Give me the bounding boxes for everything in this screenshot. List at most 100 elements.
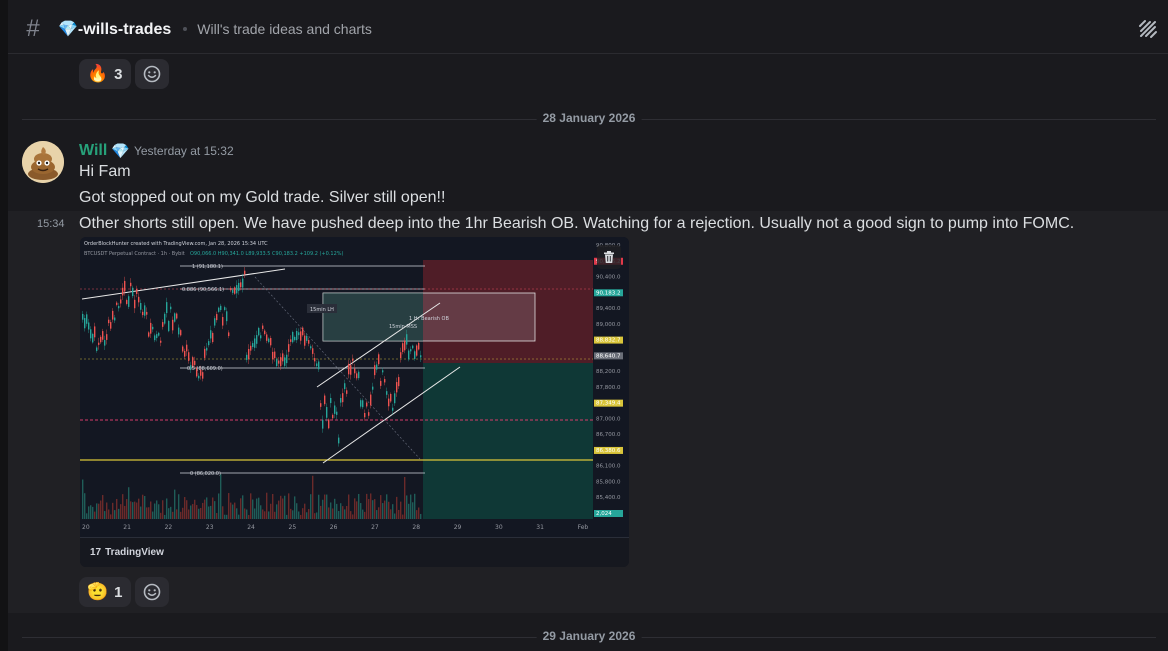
candle-body xyxy=(282,353,284,362)
price-axis-label: 90,400.0 xyxy=(596,275,621,281)
volume-bar xyxy=(212,497,214,519)
reaction-fire[interactable]: 🔥 3 xyxy=(79,59,131,89)
candle-body xyxy=(400,352,402,359)
author-name[interactable]: Will xyxy=(79,142,107,160)
message-line: Hi Fam xyxy=(79,163,131,180)
volume-bar xyxy=(106,502,108,519)
channel-topic[interactable]: Will's trade ideas and charts xyxy=(197,21,372,37)
date-divider-label: 28 January 2026 xyxy=(536,111,642,125)
candle-body xyxy=(258,327,260,336)
add-reaction-button[interactable] xyxy=(135,577,169,607)
candle-body xyxy=(260,335,262,339)
add-reaction-button[interactable] xyxy=(135,59,169,89)
volume-bar xyxy=(346,505,348,519)
volume-bar xyxy=(126,499,128,519)
volume-bar xyxy=(184,497,186,519)
time-axis-label: 21 xyxy=(123,524,131,531)
chart-image-attachment[interactable]: 90,800.090,566.290,400.090,183.289,400.0… xyxy=(80,237,629,567)
candle-body xyxy=(416,345,418,356)
volume-bar xyxy=(82,479,84,519)
candle-body xyxy=(136,288,138,294)
volume-bar xyxy=(122,494,124,519)
candle-body xyxy=(418,342,420,350)
salute-emoji-icon: 🫡 xyxy=(87,582,109,601)
price-axis-label: 2,024 xyxy=(596,511,612,517)
candle-body xyxy=(366,402,368,407)
volume-bar xyxy=(348,494,350,519)
candle-body xyxy=(264,330,266,335)
candle-body xyxy=(356,373,358,379)
volume-bar xyxy=(196,505,198,519)
time-axis-label: 23 xyxy=(206,524,214,531)
volume-bar xyxy=(326,494,328,519)
smiley-icon xyxy=(143,65,161,83)
volume-bar xyxy=(392,504,394,519)
hover-timestamp[interactable]: 15:34 xyxy=(37,218,65,230)
candle-body xyxy=(218,307,220,312)
volume-bar xyxy=(380,495,382,519)
candle-body xyxy=(328,419,330,429)
ob-label: 1 Hr Bearish OB xyxy=(409,316,449,322)
candle-body xyxy=(88,322,90,330)
candle-body xyxy=(274,351,276,359)
candle-body xyxy=(254,338,256,348)
candle-body xyxy=(360,400,362,407)
volume-bar xyxy=(114,510,116,519)
candle-body xyxy=(212,332,214,343)
candle-body xyxy=(146,311,148,315)
volume-bar xyxy=(330,502,332,519)
candle-body xyxy=(350,365,352,375)
delete-attachment-button[interactable] xyxy=(597,245,621,269)
volume-bar xyxy=(412,502,414,519)
candle-body xyxy=(178,327,180,335)
candle-body xyxy=(368,412,370,416)
avatar[interactable] xyxy=(22,141,64,183)
candle-body xyxy=(256,335,258,344)
volume-bar xyxy=(274,511,276,519)
candle-body xyxy=(172,319,174,331)
volume-bar xyxy=(140,506,142,519)
candle-body xyxy=(382,370,384,373)
candle-body xyxy=(236,285,238,294)
volume-bar xyxy=(220,474,222,519)
volume-bar xyxy=(176,509,178,519)
candle-body xyxy=(412,345,414,349)
volume-bar xyxy=(150,501,152,519)
volume-bar xyxy=(258,497,260,519)
server-sidebar-edge xyxy=(0,0,8,651)
volume-bar xyxy=(200,507,202,519)
price-axis-label: 89,000.0 xyxy=(596,322,621,328)
time-axis-label: 29 xyxy=(454,524,462,531)
candle-body xyxy=(376,364,378,370)
volume-bar xyxy=(216,513,218,519)
candle-body xyxy=(98,342,100,345)
candle-body xyxy=(378,354,380,365)
candle-body xyxy=(206,347,208,351)
volume-bar xyxy=(334,498,336,519)
candle-body xyxy=(302,327,304,336)
trading-chart: 90,800.090,566.290,400.090,183.289,400.0… xyxy=(80,237,629,537)
message-timestamp[interactable]: Yesterday at 15:32 xyxy=(134,144,234,158)
reaction-salute[interactable]: 🫡 1 xyxy=(79,577,131,607)
volume-bar xyxy=(278,500,280,519)
candle-body xyxy=(390,393,392,402)
volume-bar xyxy=(202,502,204,519)
candle-body xyxy=(176,313,178,319)
volume-bar xyxy=(382,503,384,519)
candle-body xyxy=(248,348,250,360)
volume-bar xyxy=(360,503,362,519)
volume-bar xyxy=(154,503,156,519)
threads-icon[interactable] xyxy=(1136,17,1160,41)
volume-bar xyxy=(264,511,266,519)
candle-body xyxy=(310,346,312,349)
target-zone xyxy=(423,363,593,519)
candle-body xyxy=(94,326,96,338)
candle-body xyxy=(408,350,410,360)
candle-body xyxy=(316,363,318,367)
volume-bar xyxy=(174,489,176,519)
candle-body xyxy=(332,414,334,419)
volume-bar xyxy=(386,494,388,519)
ob-overlap xyxy=(323,293,423,341)
volume-bar xyxy=(98,503,100,519)
candle-body xyxy=(188,352,190,361)
